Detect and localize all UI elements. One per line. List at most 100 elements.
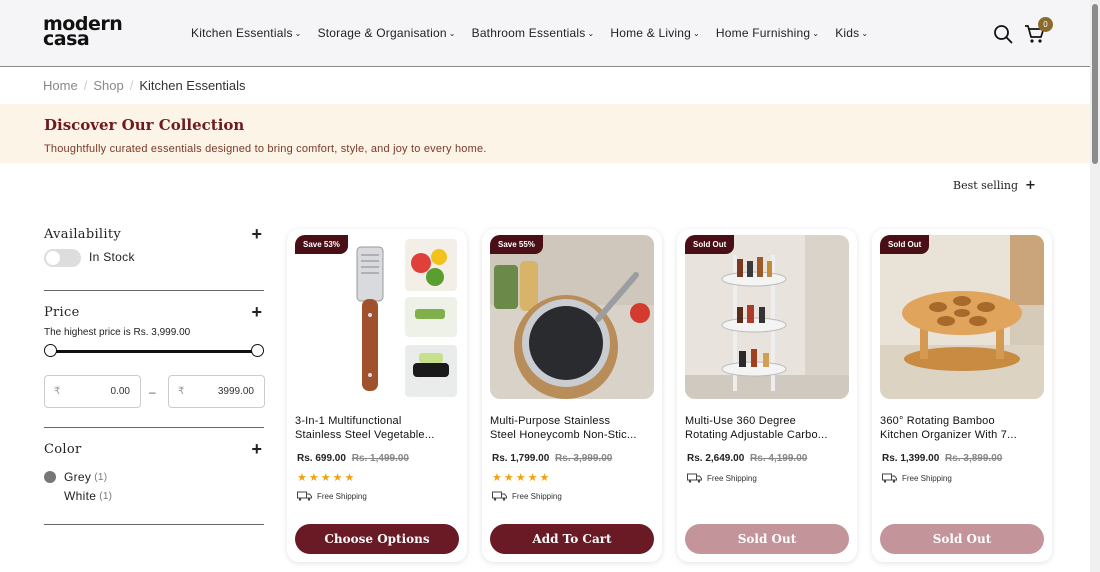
chevron-down-icon: ⌄ (587, 28, 595, 38)
filter-divider (44, 290, 264, 291)
nav-bathroom-essentials[interactable]: Bathroom Essentials ⌄ (472, 26, 595, 40)
nav-label: Home & Living (610, 26, 692, 40)
sort-dropdown[interactable]: Best selling + (953, 178, 1036, 193)
nav-home-living[interactable]: Home & Living ⌄ (610, 26, 700, 40)
product-card[interactable]: Save 55% Multi-Purpose Stainless Steel H… (482, 229, 662, 562)
truck-icon (687, 473, 702, 483)
filter-color: Color + Grey (1) White (1) (44, 439, 264, 512)
add-to-cart-button[interactable]: Add To Cart (490, 524, 654, 554)
product-title-line: Rotating Adjustable Carbo... (685, 429, 828, 441)
product-old-price: Rs. 4,199.00 (750, 453, 808, 464)
nav-kitchen-essentials[interactable]: Kitchen Essentials ⌄ (191, 26, 302, 40)
nav-label: Kids (835, 26, 860, 40)
color-label: White (64, 489, 97, 503)
product-price: Rs. 699.00 (297, 453, 346, 464)
star-rating: ★★★★★ (297, 472, 357, 484)
filter-title-color[interactable]: Color (44, 442, 264, 457)
frying-pan-image (490, 235, 654, 399)
sold-out-button[interactable]: Sold Out (685, 524, 849, 554)
product-old-price: Rs. 3,899.00 (945, 453, 1003, 464)
expand-plus-icon[interactable]: + (251, 439, 262, 460)
expand-plus-icon[interactable]: + (251, 302, 262, 323)
sort-label: Best selling (953, 179, 1018, 192)
nav-kids[interactable]: Kids ⌄ (835, 26, 868, 40)
color-option-white[interactable]: White (1) (64, 489, 112, 503)
shipping-label: Free Shipping (902, 473, 952, 483)
color-count: (1) (94, 471, 108, 483)
price-slider-min-handle[interactable] (44, 344, 57, 357)
price-min-input[interactable]: ₹ 0.00 (44, 375, 141, 408)
product-image[interactable]: Save 55% (490, 235, 654, 399)
color-count: (1) (99, 490, 113, 502)
product-image[interactable]: Sold Out (685, 235, 849, 399)
chevron-down-icon: ⌄ (693, 28, 700, 38)
product-old-price: Rs. 1,499.00 (351, 453, 409, 464)
site-logo[interactable]: modern casa (43, 15, 127, 49)
vegetable-peeler-image (295, 235, 459, 399)
filter-title-availability[interactable]: Availability (44, 227, 264, 242)
bamboo-organizer-image (880, 235, 1044, 399)
nav-label: Storage & Organisation (317, 26, 447, 40)
in-stock-toggle[interactable] (44, 249, 81, 267)
grey-swatch (44, 471, 56, 483)
product-title[interactable]: Multi-Use 360 Degree Rotating Adjustable… (685, 414, 849, 442)
rotating-rack-image (685, 235, 849, 399)
breadcrumb-shop[interactable]: Shop (93, 78, 123, 93)
product-title-line: 3-In-1 Multifunctional (295, 415, 402, 427)
discount-badge: Save 55% (490, 235, 543, 254)
free-shipping-note: Free Shipping (297, 491, 367, 501)
breadcrumb-separator: / (129, 78, 134, 93)
breadcrumb-home[interactable]: Home (43, 78, 78, 93)
page-scrollbar[interactable] (1090, 0, 1100, 572)
price-max-input[interactable]: ₹ 3999.00 (168, 375, 265, 408)
nav-label: Bathroom Essentials (471, 26, 586, 40)
rupee-icon: ₹ (178, 386, 185, 397)
nav-storage-organisation[interactable]: Storage & Organisation ⌄ (318, 26, 456, 40)
product-title[interactable]: Multi-Purpose Stainless Steel Honeycomb … (490, 414, 654, 442)
product-title-line: Kitchen Organizer With 7... (880, 429, 1017, 441)
product-title-line: Stainless Steel Vegetable... (295, 429, 435, 441)
price-slider-max-handle[interactable] (251, 344, 264, 357)
breadcrumb: Home / Shop / Kitchen Essentials (43, 78, 246, 93)
free-shipping-note: Free Shipping (492, 491, 562, 501)
price-slider-track[interactable] (49, 350, 257, 353)
product-prices: Rs. 1,399.00 Rs. 3,899.00 (882, 453, 1002, 464)
scrollbar-thumb[interactable] (1092, 4, 1098, 164)
nav-home-furnishing[interactable]: Home Furnishing ⌄ (716, 26, 819, 40)
expand-plus-icon[interactable]: + (251, 224, 262, 245)
banner-subtitle: Thoughtfully curated essentials designed… (44, 143, 487, 155)
nav-label: Home Furnishing (715, 26, 811, 40)
filter-availability: Availability + In Stock (44, 224, 264, 277)
product-title[interactable]: 3-In-1 Multifunctional Stainless Steel V… (295, 414, 459, 442)
sold-out-button[interactable]: Sold Out (880, 524, 1044, 554)
product-card[interactable]: Save 53% 3-In-1 Multifunctional Stainles… (287, 229, 467, 562)
color-option-grey[interactable]: Grey (1) (44, 470, 107, 484)
product-title[interactable]: 360° Rotating Bamboo Kitchen Organizer W… (880, 414, 1044, 442)
price-max-value: 3999.00 (217, 386, 254, 397)
chevron-down-icon: ⌄ (448, 28, 456, 38)
chevron-down-icon: ⌄ (812, 28, 820, 38)
product-image[interactable]: Save 53% (295, 235, 459, 399)
breadcrumb-separator: / (83, 78, 88, 93)
product-card[interactable]: Sold Out 360° Rotating Bamboo Kitchen Or… (872, 229, 1052, 562)
filter-price: Price + The highest price is Rs. 3,999.0… (44, 302, 265, 415)
highest-price-note: The highest price is Rs. 3,999.00 (44, 327, 191, 338)
shipping-label: Free Shipping (707, 473, 757, 483)
truck-icon (882, 473, 897, 483)
filter-divider (44, 427, 264, 428)
choose-options-button[interactable]: Choose Options (295, 524, 459, 554)
search-icon[interactable] (993, 24, 1013, 44)
filter-title-price[interactable]: Price (44, 305, 264, 320)
banner-title: Discover Our Collection (44, 116, 245, 134)
product-prices: Rs. 699.00 Rs. 1,499.00 (297, 453, 409, 464)
collection-banner: Discover Our Collection Thoughtfully cur… (0, 104, 1090, 163)
product-card[interactable]: Sold Out Multi-Use 360 Degree Rotating A… (677, 229, 857, 562)
main-nav: Kitchen Essentials ⌄ Storage & Organisati… (191, 26, 884, 40)
product-prices: Rs. 2,649.00 Rs. 4,199.00 (687, 453, 807, 464)
filter-divider (44, 524, 264, 525)
price-min-value: 0.00 (110, 386, 130, 397)
site-header: modern casa Kitchen Essentials ⌄ Storage … (0, 0, 1090, 67)
truck-icon (297, 491, 312, 501)
sold-out-badge: Sold Out (880, 235, 930, 254)
product-image[interactable]: Sold Out (880, 235, 1044, 399)
